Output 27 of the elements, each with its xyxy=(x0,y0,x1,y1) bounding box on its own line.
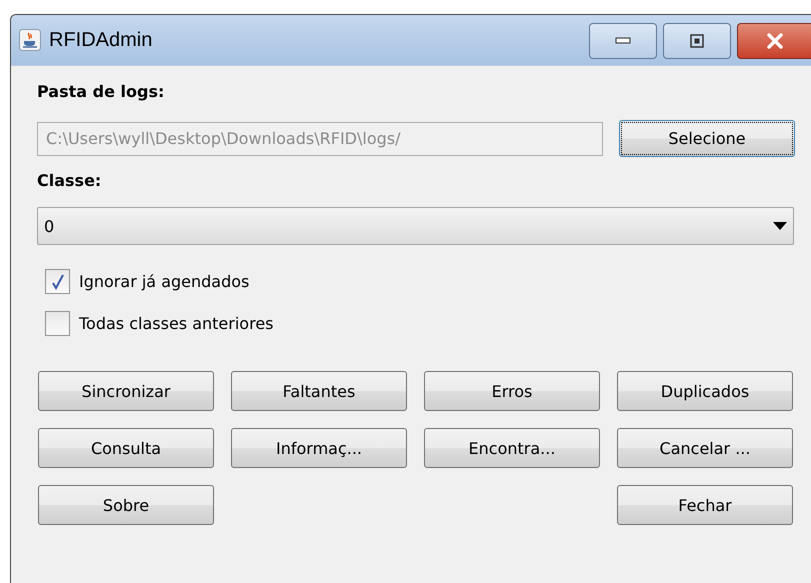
checkbox[interactable] xyxy=(45,269,70,294)
close-icon xyxy=(766,33,784,49)
checkbox-label: Ignorar já agendados xyxy=(79,272,250,291)
action-button[interactable]: Duplicados xyxy=(617,371,793,411)
class-dropdown[interactable]: 0 xyxy=(37,207,794,245)
checkbox[interactable] xyxy=(45,311,70,336)
window-title: RFIDAdmin xyxy=(49,28,152,52)
maximize-button[interactable] xyxy=(663,23,731,59)
checkbox-label: Todas classes anteriores xyxy=(79,314,274,333)
maximize-icon xyxy=(690,34,704,48)
close-button[interactable] xyxy=(737,23,811,59)
action-button[interactable]: Sincronizar xyxy=(38,371,214,411)
action-button[interactable]: Faltantes xyxy=(231,371,407,411)
close-dialog-button[interactable]: Fechar xyxy=(617,485,793,525)
action-button[interactable]: Erros xyxy=(424,371,600,411)
about-button[interactable]: Sobre xyxy=(38,485,214,525)
dropdown-caret-icon xyxy=(773,222,787,230)
action-button[interactable]: Consulta xyxy=(38,428,214,468)
action-button[interactable]: Encontra... xyxy=(424,428,600,468)
minimize-button[interactable] xyxy=(589,23,657,59)
field-label: Classe: xyxy=(37,171,102,192)
checkmark-icon xyxy=(50,274,64,290)
minimize-icon xyxy=(615,37,631,45)
field-label: Pasta de logs: xyxy=(37,82,166,103)
action-button[interactable]: Informaç... xyxy=(231,428,407,468)
action-button[interactable]: Cancelar ... xyxy=(617,428,793,468)
coffee-cup-icon xyxy=(19,29,41,51)
